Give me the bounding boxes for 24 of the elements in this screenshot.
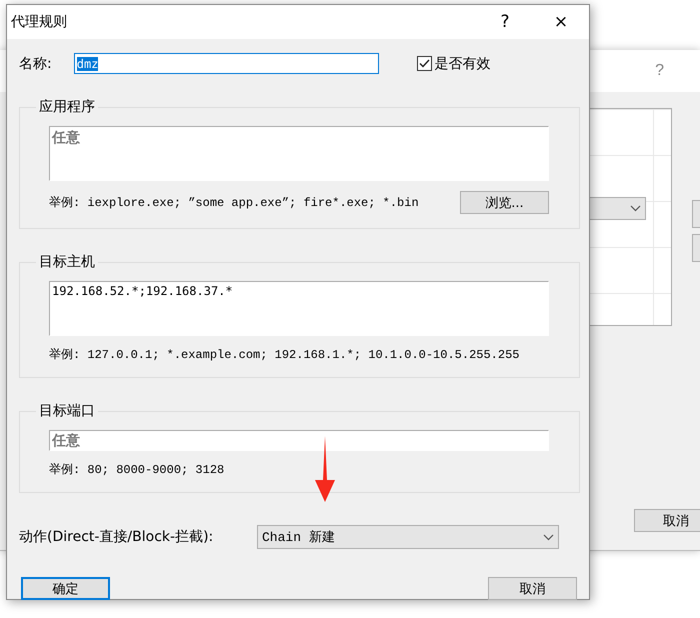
- name-label: 名称:: [19, 54, 52, 72]
- name-field[interactable]: dmz: [74, 53, 379, 74]
- cancel-button[interactable]: 取消: [634, 509, 700, 532]
- enabled-checkbox[interactable]: 是否有效: [416, 54, 491, 72]
- group-title: 应用程序: [38, 98, 96, 116]
- browse-button[interactable]: 浏览...: [460, 191, 549, 214]
- help-button[interactable]: ?: [655, 62, 664, 80]
- text-area[interactable]: 192.168.52.*;192.168.37.*: [49, 281, 549, 336]
- chevron-down-icon: [630, 205, 641, 212]
- group-title: 目标主机: [38, 253, 96, 271]
- group-title: 目标端口: [38, 402, 96, 420]
- ok-button[interactable]: 确定: [21, 577, 110, 600]
- action-label: 动作(Direct-直接/Block-拦截):: [19, 528, 214, 546]
- example-text: 举例: 127.0.0.1; *.example.com; 192.168.1.*; 10.1.0.0-10.5.255.255: [49, 347, 520, 363]
- text-area[interactable]: 任意: [49, 126, 549, 181]
- example-text: 举例: 80; 8000-9000; 3128: [49, 462, 224, 478]
- close-button[interactable]: ×: [533, 5, 589, 39]
- cancel-button[interactable]: 取消: [488, 577, 577, 600]
- checkmark-icon: [418, 59, 430, 68]
- example-text: 举例: iexplore.exe; ”some app.exe”; fire*.exe; *.bin: [49, 195, 419, 211]
- chevron-down-icon: [543, 534, 554, 540]
- help-button[interactable]: ?: [477, 5, 533, 39]
- window-title: 代理规则: [11, 13, 68, 31]
- action-dropdown[interactable]: Chain 新建: [257, 525, 559, 549]
